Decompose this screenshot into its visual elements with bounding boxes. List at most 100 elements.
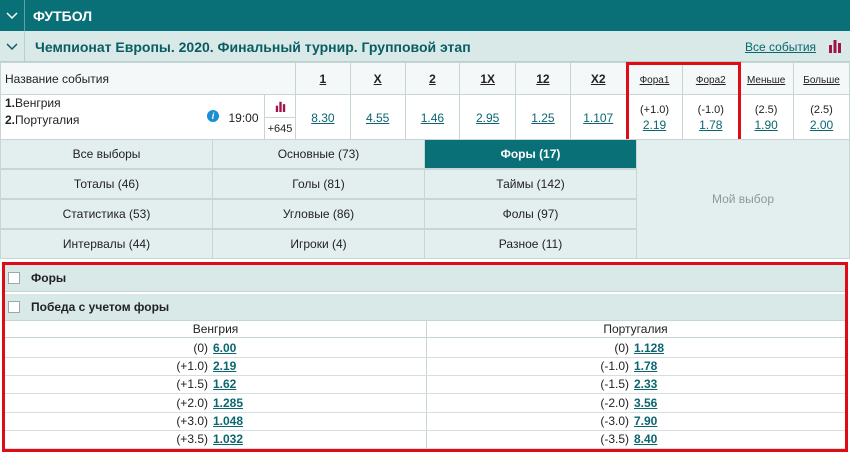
fora2-value[interactable]: 1.78 <box>683 118 738 133</box>
sport-header[interactable]: ФУТБОЛ <box>0 0 850 31</box>
bar-chart-icon[interactable] <box>275 101 286 112</box>
header-fora2[interactable]: Фора2 <box>682 62 740 95</box>
event-table: Название события 1 X 2 1X 12 X2 Фора1 Фо… <box>0 62 850 142</box>
sport-title: ФУТБОЛ <box>33 8 93 24</box>
odd-fora2[interactable]: (-1.0) 1.78 <box>682 94 740 142</box>
team1-odd-cell[interactable]: (+1.5) 1.62 <box>5 375 426 394</box>
team1-odd-value[interactable]: 2.19 <box>213 359 236 373</box>
team2-odd-value[interactable]: 2.33 <box>634 377 657 391</box>
odd-1[interactable]: 8.30 <box>295 94 351 142</box>
filter-all[interactable]: Все выборы <box>0 139 213 169</box>
filter-misc[interactable]: Разное (11) <box>424 229 637 259</box>
team2-handicap: (-1.0) <box>600 359 629 374</box>
odd-more[interactable]: (2.5) 2.00 <box>793 94 850 142</box>
team1-handicap: (+1.5) <box>176 377 208 392</box>
odd-less[interactable]: (2.5) 1.90 <box>738 94 795 142</box>
filter-fouls[interactable]: Фолы (97) <box>424 199 637 229</box>
team1-odd-cell[interactable]: (+2.0) 1.285 <box>5 394 426 413</box>
team1-odd-cell[interactable]: (+1.0) 2.19 <box>5 357 426 376</box>
market-header[interactable]: Победа с учетом форы <box>5 294 845 321</box>
more-markets-count[interactable]: +645 <box>265 118 295 140</box>
team2-odd-cell[interactable]: (-3.0) 7.90 <box>426 412 845 431</box>
filter-stats[interactable]: Статистика (53) <box>0 199 213 229</box>
section-checkbox[interactable] <box>8 272 20 284</box>
filter-foras[interactable]: Форы (17) <box>424 139 637 169</box>
team2-odd-value[interactable]: 1.78 <box>634 359 657 373</box>
team1-number: 1. <box>5 96 16 110</box>
team1-handicap: (+3.0) <box>176 413 208 428</box>
tournament-title: Чемпионат Европы. 2020. Финальный турнир… <box>35 39 471 55</box>
team1-handicap: (+1.0) <box>176 359 208 374</box>
filter-intervals[interactable]: Интервалы (44) <box>0 229 213 259</box>
team1-odd-value[interactable]: 1.285 <box>213 396 243 410</box>
team1-odd-cell[interactable]: (+3.5) 1.032 <box>5 430 426 449</box>
markets-section: Форы Победа с учетом форы Венгрия Португ… <box>2 262 848 452</box>
header-1[interactable]: 1 <box>295 62 351 95</box>
header-12[interactable]: 12 <box>515 62 571 95</box>
team2-name: Португалия <box>15 113 80 127</box>
team2-odd-cell[interactable]: (-3.5) 8.40 <box>426 430 845 449</box>
event-name-cell: 1.Венгрия 2.Португалия i 19:00 +645 <box>0 94 296 142</box>
team2-odd-value[interactable]: 7.90 <box>634 414 657 428</box>
filter-halves[interactable]: Таймы (142) <box>424 169 637 199</box>
team2-handicap: (-3.5) <box>600 432 629 446</box>
collapse-tournament-button[interactable] <box>0 31 25 62</box>
odd-2[interactable]: 1.46 <box>404 94 461 142</box>
table-row: (+2.0) 1.285 (-2.0) 3.56 <box>5 394 845 413</box>
team1-odd-cell[interactable]: (+3.0) 1.048 <box>5 412 426 431</box>
team1-odd-value[interactable]: 1.032 <box>213 432 243 446</box>
more-value[interactable]: 2.00 <box>794 118 849 133</box>
fora1-handicap: (+1.0) <box>639 104 670 116</box>
header-fora1[interactable]: Фора1 <box>625 62 684 95</box>
event-extra: +645 <box>265 95 295 141</box>
odd-x2[interactable]: 1.107 <box>569 94 627 142</box>
team2-odd-cell[interactable]: (-1.5) 2.33 <box>426 375 845 394</box>
header-x2[interactable]: X2 <box>569 62 627 95</box>
less-value[interactable]: 1.90 <box>739 118 793 133</box>
odd-fora1[interactable]: (+1.0) 2.19 <box>625 94 684 142</box>
team2-odd-value[interactable]: 3.56 <box>634 396 657 410</box>
my-choice-button[interactable]: Мой выбор <box>636 139 850 259</box>
table-row: (+1.5) 1.62 (-1.5) 2.33 <box>5 375 845 395</box>
tournament-header[interactable]: Чемпионат Европы. 2020. Финальный турнир… <box>0 31 850 62</box>
section-title: Форы <box>31 271 67 285</box>
team1-odd-value[interactable]: 6.00 <box>213 341 236 355</box>
team1-odd-value[interactable]: 1.048 <box>213 414 243 428</box>
header-more[interactable]: Больше <box>793 62 850 95</box>
team2-odd-value[interactable]: 1.128 <box>634 341 664 355</box>
section-header-foras[interactable]: Форы <box>5 265 845 292</box>
filter-corners[interactable]: Угловые (86) <box>212 199 425 229</box>
filter-players[interactable]: Игроки (4) <box>212 229 425 259</box>
header-2[interactable]: 2 <box>404 62 461 95</box>
column-header-team2: Португалия <box>426 321 845 338</box>
team1-handicap: (+2.0) <box>176 395 208 410</box>
team2-odd-value[interactable]: 8.40 <box>634 432 657 446</box>
odd-1x[interactable]: 2.95 <box>459 94 517 142</box>
header-x[interactable]: X <box>349 62 406 95</box>
less-total: (2.5) <box>754 104 778 116</box>
fora1-value[interactable]: 2.19 <box>627 118 683 133</box>
filter-totals[interactable]: Тоталы (46) <box>0 169 213 199</box>
team1-odd-cell[interactable]: (0) 6.00 <box>5 339 426 358</box>
team2-number: 2. <box>5 113 16 127</box>
header-less[interactable]: Меньше <box>738 62 795 95</box>
table-row: (+3.5) 1.032 (-3.5) 8.40 <box>5 430 845 449</box>
odd-x[interactable]: 4.55 <box>349 94 406 142</box>
market-checkbox[interactable] <box>8 301 20 313</box>
market-title: Победа с учетом форы <box>31 300 170 314</box>
all-events-link[interactable]: Все события <box>745 40 816 54</box>
bar-chart-icon[interactable] <box>828 39 842 53</box>
team2-odd-cell[interactable]: (0) 1.128 <box>426 339 845 358</box>
odd-12[interactable]: 1.25 <box>515 94 571 142</box>
team2-odd-cell[interactable]: (-2.0) 3.56 <box>426 394 845 413</box>
filter-goals[interactable]: Голы (81) <box>212 169 425 199</box>
team1-odd-value[interactable]: 1.62 <box>213 377 236 391</box>
table-row: (0) 6.00 (0) 1.128 <box>5 339 845 358</box>
header-1x[interactable]: 1X <box>459 62 517 95</box>
info-icon[interactable]: i <box>207 110 219 122</box>
filter-main[interactable]: Основные (73) <box>212 139 425 169</box>
event-teams[interactable]: 1.Венгрия 2.Португалия i <box>1 95 223 141</box>
team1-name: Венгрия <box>15 96 61 110</box>
team2-odd-cell[interactable]: (-1.0) 1.78 <box>426 357 845 376</box>
collapse-sport-button[interactable] <box>0 0 25 31</box>
